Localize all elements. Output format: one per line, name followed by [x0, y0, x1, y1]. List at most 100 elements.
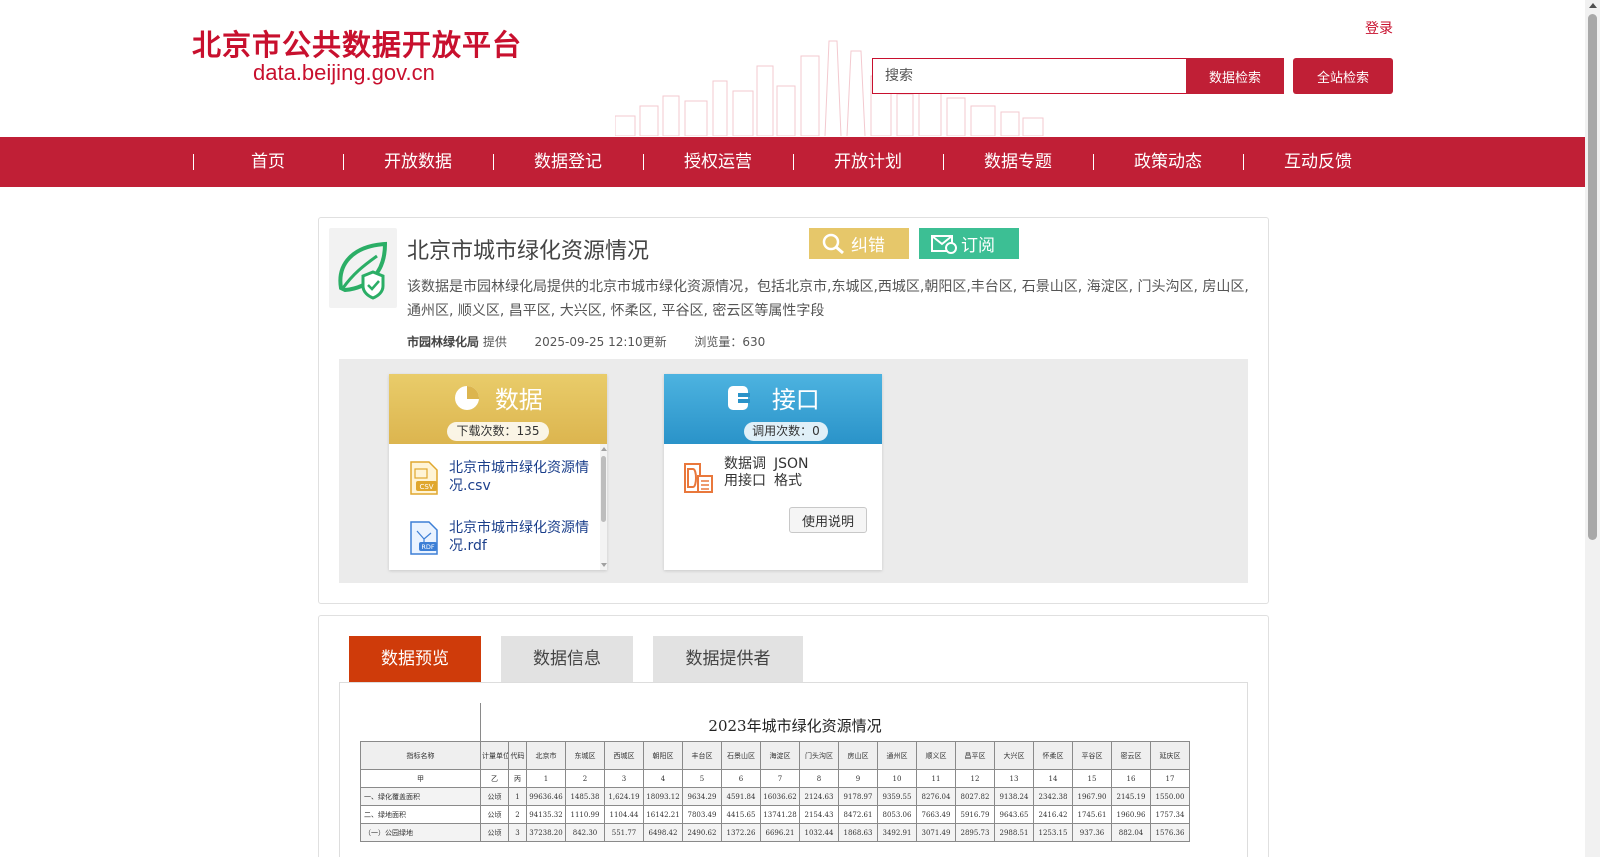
page-scroll-up-icon[interactable]: [1589, 3, 1597, 8]
preview-cell: 1253.15: [1033, 823, 1073, 842]
preview-cell: 2: [508, 805, 527, 824]
rdf-file-icon: RDF: [410, 521, 438, 555]
api-label: 数据调用接口: [724, 456, 766, 489]
nav-item-open-data[interactable]: 开放数据: [343, 137, 493, 187]
page: 北京市公共数据开放平台 data.beijing.gov.cn 登录 搜索 数据…: [0, 0, 1600, 857]
preview-cell: 顺义区: [916, 741, 956, 770]
preview-cell: 842.30: [565, 823, 605, 842]
search-input[interactable]: [872, 58, 1186, 94]
preview-cell: 99636.46: [526, 787, 566, 806]
preview-cell: 代码: [508, 741, 527, 770]
preview-cell: 二、绿地面积: [360, 805, 481, 824]
correct-button[interactable]: 纠错: [809, 228, 909, 259]
preview-cell: 甲: [360, 769, 481, 788]
dataset-provider[interactable]: 市园林绿化局: [407, 335, 479, 349]
nav-item-data-topics[interactable]: 数据专题: [943, 137, 1093, 187]
api-plug-icon: [728, 385, 751, 410]
data-search-button[interactable]: 数据检索: [1186, 58, 1284, 94]
tab-data-preview[interactable]: 数据预览: [349, 636, 481, 682]
preview-cell: 8276.04: [916, 787, 956, 806]
subscribe-button[interactable]: 订阅: [919, 228, 1019, 259]
preview-cell: 门头沟区: [799, 741, 839, 770]
tab-data-provider[interactable]: 数据提供者: [653, 636, 803, 682]
preview-cell: 4: [643, 769, 683, 788]
file-list-scroll-thumb[interactable]: [601, 456, 606, 522]
preview-cell: 1485.38: [565, 787, 605, 806]
preview-cell: 4415.65: [721, 805, 761, 824]
preview-cell: 9138.24: [994, 787, 1034, 806]
preview-cell: 朝阳区: [643, 741, 683, 770]
preview-cell: 13741.28: [760, 805, 800, 824]
scroll-up-arrow-icon[interactable]: [601, 447, 607, 451]
site-logo-title[interactable]: 北京市公共数据开放平台: [192, 22, 522, 64]
preview-cell: 6498.42: [643, 823, 683, 842]
scroll-down-arrow-icon[interactable]: [601, 563, 607, 567]
preview-cell: 3: [508, 823, 527, 842]
preview-cell: （一）公园绿地: [360, 823, 481, 842]
site-logo-domain[interactable]: data.beijing.gov.cn: [253, 60, 435, 86]
nav-item-home[interactable]: 首页: [193, 137, 343, 187]
preview-cell: 8472.61: [838, 805, 878, 824]
preview-cell: 16: [1111, 769, 1151, 788]
preview-row: 二、绿地面积 公顷 2 94135.32 1110.99 1104.44 16142.21 7…: [360, 805, 1190, 824]
api-format: JSON格式: [774, 456, 809, 489]
preview-cell: 6: [721, 769, 761, 788]
nav-item-open-plan[interactable]: 开放计划: [793, 137, 943, 187]
preview-cell: 1757.34: [1150, 805, 1190, 824]
preview-cell: 1745.61: [1072, 805, 1112, 824]
data-download-panel: 数据 下载次数：135 CSV 北京市城市绿化资源情况.csv RDF 北京市城…: [389, 374, 607, 570]
resource-area: 数据 下载次数：135 CSV 北京市城市绿化资源情况.csv RDF 北京市城…: [339, 359, 1248, 583]
preview-cell: 延庆区: [1150, 741, 1190, 770]
preview-table-title: 2023年城市绿化资源情况: [708, 717, 882, 735]
usage-guide-button[interactable]: 使用说明: [789, 507, 867, 533]
preview-cell: 丙: [508, 769, 527, 788]
preview-cell: 10: [877, 769, 917, 788]
page-scroll-thumb[interactable]: [1588, 14, 1597, 540]
preview-cell: 94135.32: [526, 805, 566, 824]
preview-cell: 海淀区: [760, 741, 800, 770]
login-link[interactable]: 登录: [1365, 18, 1393, 38]
file-item-csv: CSV 北京市城市绿化资源情况.csv: [409, 459, 589, 499]
nav-item-feedback[interactable]: 互动反馈: [1243, 137, 1393, 187]
api-panel: 接口 调用次数：0 数据调用接口 JSON格式 使用说明: [664, 374, 882, 570]
preview-cell: 昌平区: [955, 741, 995, 770]
preview-cell: 1967.90: [1072, 787, 1112, 806]
preview-cell: 1: [526, 769, 566, 788]
preview-cell: 北京市: [526, 741, 566, 770]
download-count: 下载次数：135: [447, 422, 549, 441]
preview-cell: 大兴区: [994, 741, 1034, 770]
dataset-meta: 市园林绿化局 提供 2025-09-25 12:10更新 浏览量：630: [407, 333, 765, 350]
nav-item-data-register[interactable]: 数据登记: [493, 137, 643, 187]
preview-section: 数据预览 数据信息 数据提供者 2023年城市绿化资源情况 指标名称 计量单位 代码…: [318, 615, 1269, 857]
preview-cell: 3: [604, 769, 644, 788]
preview-cell: 2154.43: [799, 805, 839, 824]
preview-cell: 11: [916, 769, 956, 788]
pie-chart-icon: [455, 385, 480, 410]
preview-cell: 9: [838, 769, 878, 788]
csv-file-link[interactable]: 北京市城市绿化资源情况.csv: [449, 459, 589, 495]
preview-cell: 一、绿化覆盖面积: [360, 787, 481, 806]
dataset-card: 北京市城市绿化资源情况 纠错 订阅 该数据是市园林绿化局提供的北京市城市绿化资源…: [318, 217, 1269, 604]
preview-cell: 9359.55: [877, 787, 917, 806]
api-panel-title: 接口: [771, 386, 820, 414]
preview-cell: 17: [1150, 769, 1190, 788]
tab-data-info[interactable]: 数据信息: [501, 636, 633, 682]
preview-cell: 16036.62: [760, 787, 800, 806]
preview-cell: 7: [760, 769, 800, 788]
nav-item-policy-news[interactable]: 政策动态: [1093, 137, 1243, 187]
preview-cell: 通州区: [877, 741, 917, 770]
preview-row: （一）公园绿地 公顷 3 37238.20 842.30 551.77 6498.42 249…: [360, 823, 1190, 842]
preview-cell: 937.36: [1072, 823, 1112, 842]
dataset-updated: 2025-09-25 12:10更新: [534, 335, 667, 349]
preview-cell: 12: [955, 769, 995, 788]
page-scrollbar[interactable]: [1585, 0, 1600, 857]
site-search-button[interactable]: 全站检索: [1293, 58, 1393, 94]
preview-cell: 密云区: [1111, 741, 1151, 770]
preview-cell: 7663.49: [916, 805, 956, 824]
file-list-scrollbar[interactable]: [600, 444, 607, 570]
preview-cell: 14: [1033, 769, 1073, 788]
rdf-file-link[interactable]: 北京市城市绿化资源情况.rdf: [449, 519, 589, 555]
preview-cell: 石景山区: [721, 741, 761, 770]
nav-item-authorized-operation[interactable]: 授权运营: [643, 137, 793, 187]
svg-text:CSV: CSV: [419, 483, 433, 491]
